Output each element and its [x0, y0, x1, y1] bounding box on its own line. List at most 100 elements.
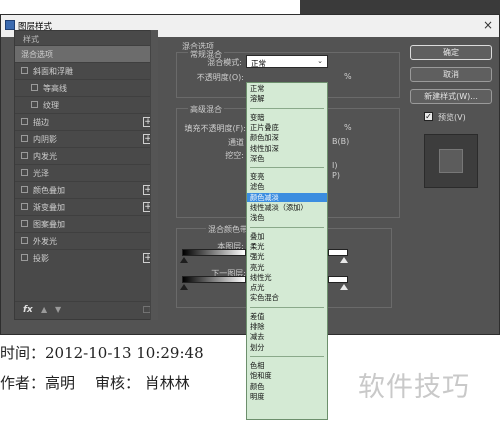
- knockout-label: 挖空:: [225, 151, 244, 160]
- fill-opacity-label: 填充不透明度(F):: [184, 124, 246, 133]
- style-item[interactable]: 纹理: [15, 96, 157, 113]
- blend-mode-option[interactable]: 划分: [247, 343, 327, 352]
- this-layer-black-slider[interactable]: [180, 257, 188, 263]
- style-item[interactable]: 颜色叠加 +: [15, 181, 157, 198]
- blend-mode-option[interactable]: 差值: [247, 312, 327, 321]
- blend-mode-option[interactable]: 颜色减淡: [247, 192, 327, 202]
- this-layer-white-slider[interactable]: [340, 257, 348, 263]
- blend-mode-option[interactable]: 颜色: [247, 382, 327, 391]
- under-layer-gradient-bar: [182, 276, 246, 283]
- blend-mode-option[interactable]: 实色混合: [247, 293, 327, 302]
- style-item[interactable]: 混合选项: [15, 45, 157, 62]
- styles-footer: fx ▲ ▼ □: [15, 301, 157, 319]
- blend-mode-option[interactable]: 减去: [247, 332, 327, 341]
- style-item-label: 描边: [33, 118, 49, 127]
- style-checkbox[interactable]: [21, 152, 28, 159]
- blend-mode-select[interactable]: 正常 ⌄: [246, 55, 328, 68]
- blend-mode-option[interactable]: 正常: [247, 84, 327, 93]
- style-item-label: 等高线: [43, 84, 67, 93]
- style-item[interactable]: 内阴影 +: [15, 130, 157, 147]
- document-timestamp-line: 时间：2012-10-13 10:29:48: [0, 344, 204, 362]
- under-layer-black-slider[interactable]: [180, 284, 188, 290]
- style-checkbox[interactable]: [31, 84, 38, 91]
- watermark-text: 软件技巧: [358, 372, 470, 403]
- style-item-label: 斜面和浮雕: [33, 67, 73, 76]
- style-checkbox[interactable]: [21, 67, 28, 74]
- blend-mode-option[interactable]: 饱和度: [247, 371, 327, 380]
- blend-mode-option[interactable]: 叠加: [247, 232, 327, 241]
- style-item[interactable]: 斜面和浮雕: [15, 62, 157, 79]
- style-checkbox[interactable]: [21, 135, 28, 142]
- dropdown-separator: [250, 167, 324, 169]
- style-preview-thumbnail: [424, 134, 478, 188]
- style-item-label: 混合选项: [21, 50, 53, 59]
- document-author-line: 作者：高明 审核： 肖林林: [0, 372, 210, 393]
- fx-icon[interactable]: fx: [23, 305, 33, 315]
- cancel-button[interactable]: 取消: [410, 67, 492, 82]
- style-item-label: 渐变叠加: [33, 203, 65, 212]
- channels-label: 通道: [228, 138, 244, 147]
- blend-mode-option[interactable]: 深色: [247, 154, 327, 163]
- dropdown-separator: [250, 306, 324, 308]
- blend-mode-option[interactable]: 排除: [247, 322, 327, 331]
- blend-mode-option[interactable]: 线性减淡（添加）: [247, 203, 327, 212]
- opacity-unit: %: [344, 72, 352, 81]
- style-item[interactable]: 投影 +: [15, 249, 157, 266]
- blend-mode-option[interactable]: 明度: [247, 392, 327, 401]
- option-p-label: P): [332, 171, 340, 180]
- blend-mode-option[interactable]: 点光: [247, 283, 327, 292]
- background-window-strip: [300, 0, 500, 14]
- blend-mode-option[interactable]: 变暗: [247, 113, 327, 122]
- style-item-label: 颜色叠加: [33, 186, 65, 195]
- blend-mode-option[interactable]: 溶解: [247, 94, 327, 103]
- under-layer-white-slider[interactable]: [340, 284, 348, 290]
- new-style-button[interactable]: 新建样式(W)...: [410, 89, 492, 104]
- blend-mode-option[interactable]: 亮光: [247, 263, 327, 272]
- blend-mode-option[interactable]: 线性光: [247, 273, 327, 282]
- preview-label: 预览(V): [438, 113, 466, 122]
- blend-mode-option[interactable]: 强光: [247, 252, 327, 261]
- style-checkbox[interactable]: [21, 169, 28, 176]
- styles-scrollbar[interactable]: [150, 30, 158, 320]
- style-preview-swatch: [439, 149, 463, 173]
- style-item[interactable]: 等高线: [15, 79, 157, 96]
- blend-mode-option[interactable]: 正片叠底: [247, 123, 327, 132]
- blend-mode-label: 混合模式:: [207, 58, 242, 67]
- style-item[interactable]: 描边 +: [15, 113, 157, 130]
- style-item[interactable]: 渐变叠加 +: [15, 198, 157, 215]
- style-item[interactable]: 内发光: [15, 147, 157, 164]
- opacity-label: 不透明度(O):: [196, 73, 244, 82]
- style-checkbox[interactable]: [21, 220, 28, 227]
- blend-mode-option[interactable]: 色相: [247, 361, 327, 370]
- style-checkbox[interactable]: [21, 203, 28, 210]
- preview-checkbox[interactable]: ✓: [424, 112, 433, 121]
- blend-mode-value: 正常: [251, 59, 266, 68]
- ok-button[interactable]: 确定: [410, 45, 492, 60]
- style-item[interactable]: 图案叠加: [15, 215, 157, 232]
- blend-mode-option[interactable]: 变亮: [247, 172, 327, 181]
- blend-mode-option[interactable]: 颜色加深: [247, 133, 327, 142]
- blend-mode-option[interactable]: 柔光: [247, 242, 327, 251]
- blend-mode-option[interactable]: 滤色: [247, 182, 327, 191]
- style-item[interactable]: 光泽: [15, 164, 157, 181]
- style-checkbox[interactable]: [21, 186, 28, 193]
- fill-opacity-unit: %: [344, 123, 352, 132]
- style-item-label: 内发光: [33, 152, 57, 161]
- photoshop-app-icon: [5, 20, 15, 30]
- style-checkbox[interactable]: [21, 237, 28, 244]
- style-checkbox[interactable]: [21, 118, 28, 125]
- dropdown-separator: [250, 355, 324, 357]
- style-checkbox[interactable]: [31, 101, 38, 108]
- close-icon[interactable]: ×: [483, 18, 493, 32]
- move-up-icon[interactable]: ▲: [41, 305, 47, 314]
- style-item-label: 光泽: [33, 169, 49, 178]
- channel-b-label: B(B): [332, 137, 350, 146]
- blend-mode-option[interactable]: 线性加深: [247, 144, 327, 153]
- this-layer-gradient-bar: [182, 249, 246, 256]
- style-checkbox[interactable]: [21, 254, 28, 261]
- blend-mode-option[interactable]: 浅色: [247, 213, 327, 222]
- style-item[interactable]: 外发光: [15, 232, 157, 249]
- document-reviewer: 审核： 肖林林: [95, 374, 190, 392]
- blend-mode-dropdown-list: 正常 溶解变暗 正片叠底 颜色加深线性加深 深色变亮 滤色 颜色减淡 线性减淡（添加） 浅色叠加…: [246, 82, 328, 420]
- move-down-icon[interactable]: ▼: [55, 305, 61, 314]
